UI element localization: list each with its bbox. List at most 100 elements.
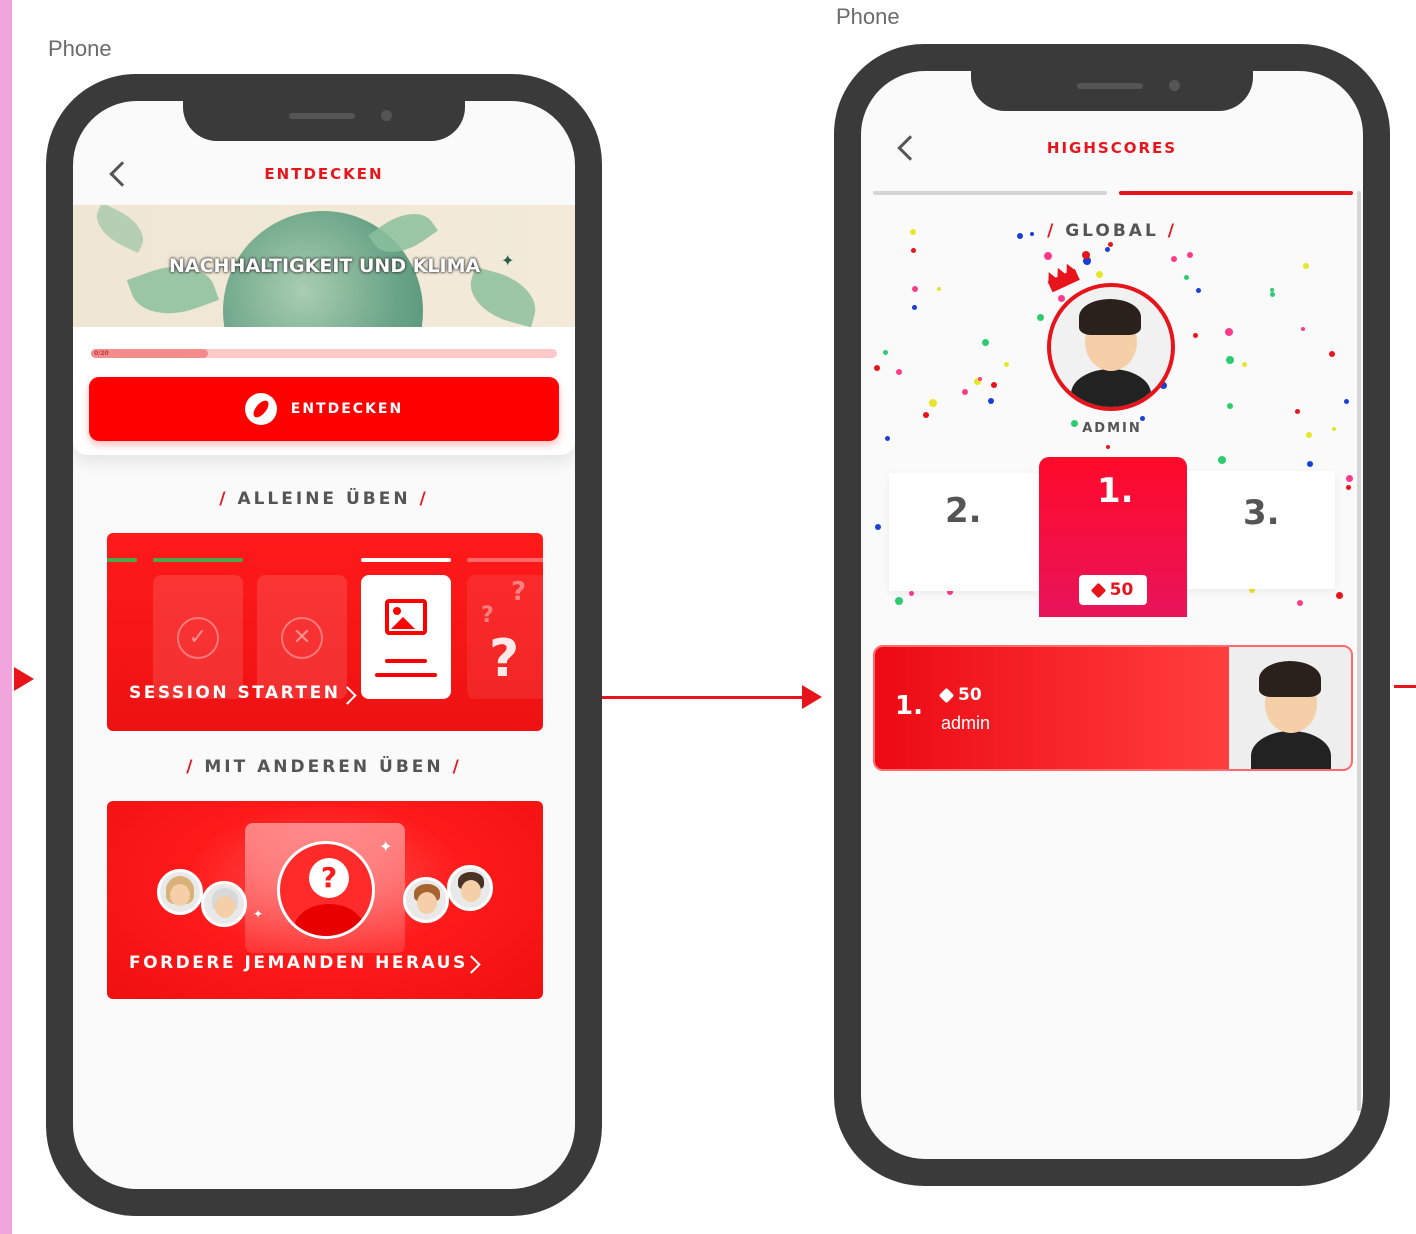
session-start-label: SESSION STARTEN (129, 683, 341, 703)
phone-discover: ENTDECKEN NACHHALTIGKEIT UND KLIMA ✦ 0/2… (46, 74, 602, 1216)
confetti-dot (988, 398, 994, 404)
section-title-others: / MIT ANDEREN ÜBEN / (186, 757, 462, 777)
gem-icon (938, 687, 955, 703)
prototype-canvas: Phone Phone ENTDECKEN NACHHALTIGKEIT UND… (0, 0, 1416, 1234)
confetti-dot (1017, 233, 1023, 239)
podium-second-rank: 2. (945, 491, 982, 531)
image-icon (385, 599, 427, 635)
confetti-dot (1171, 256, 1177, 262)
session-start-card[interactable]: ✓ ✕ ? ? ? SESSION STARTEN (107, 533, 543, 731)
sparkle-icon: ✦ (253, 907, 264, 921)
confetti-dot (885, 436, 890, 441)
confetti-dot (1336, 592, 1343, 599)
challenge-label: FORDERE JEMANDEN HERAUS (129, 953, 468, 973)
confetti-dot (909, 591, 914, 596)
confetti-dot (1307, 461, 1313, 467)
podium-score: 50 (1109, 580, 1134, 600)
confetti-dot (1082, 251, 1090, 259)
topic-banner[interactable]: NACHHALTIGKEIT UND KLIMA ✦ (73, 205, 575, 327)
table-row[interactable]: 1. 50 admin (873, 645, 1353, 771)
challenge-card[interactable]: ? ✦ ✦ FORDERE JEMANDEN HERAUS (107, 801, 543, 999)
confetti-dot (1184, 275, 1189, 280)
confetti-dot (923, 412, 929, 418)
cross-icon: ✕ (281, 617, 323, 659)
confetti-dot (896, 369, 902, 375)
phone-highscores: HIGHSCORES / GLOBAL / ADMIN 2. 3. 1. 50 … (834, 44, 1390, 1186)
confetti-dot (1242, 362, 1247, 367)
confetti-dot (1105, 247, 1110, 252)
phone-notch (971, 71, 1253, 111)
confetti-dot (1346, 485, 1351, 490)
confetti-dot (1227, 403, 1233, 409)
flow-connector (602, 696, 814, 699)
scrollbar[interactable] (1357, 191, 1361, 1111)
podium-third: 3. (1185, 471, 1335, 589)
podium-second: 2. (889, 473, 1039, 591)
confetti-dot (1037, 314, 1044, 321)
confetti-dot (883, 350, 888, 355)
tab-local[interactable] (873, 191, 1107, 195)
selection-strip (0, 0, 12, 1234)
confetti-dot (911, 248, 916, 253)
winner-avatar[interactable] (1047, 283, 1175, 411)
row-score: 50 (958, 685, 982, 705)
frame-label-right: Phone (836, 4, 900, 29)
section-title-alone: / ALLEINE ÜBEN / (219, 489, 429, 509)
question-card (361, 575, 451, 699)
confetti-dot (929, 399, 937, 407)
confetti-dot (1096, 271, 1103, 278)
confetti-dot (1346, 475, 1353, 482)
confetti-dot (912, 286, 918, 292)
confetti-dot (1329, 351, 1335, 357)
podium-first: 1. 50 (1039, 457, 1187, 617)
confetti-dot (1196, 288, 1201, 293)
confetti-dot (937, 287, 941, 291)
frame-label-left: Phone (48, 36, 112, 61)
row-rank: 1. (895, 691, 923, 721)
tab-global[interactable] (1119, 191, 1353, 195)
avatar (447, 865, 493, 911)
question-mark-icon: ? (489, 629, 520, 689)
confetti-dot (962, 389, 968, 395)
page-title: ENTDECKEN (264, 165, 384, 183)
avatar (157, 869, 203, 915)
confetti-dot (874, 365, 880, 371)
winner-name: ADMIN (1082, 421, 1142, 436)
confetti-dot (1193, 333, 1198, 338)
unknown-user-avatar: ? (277, 841, 375, 939)
phone-notch (183, 101, 465, 141)
confetti-dot (1295, 409, 1300, 414)
confetti-dot (1344, 399, 1349, 404)
sparkle-icon: ✦ (379, 837, 393, 856)
avatar (201, 881, 247, 927)
confetti-dot (982, 339, 989, 346)
flow-arrow-icon (802, 685, 822, 709)
screen-highscores: HIGHSCORES / GLOBAL / ADMIN 2. 3. 1. 50 … (861, 71, 1363, 1159)
confetti-dot (991, 382, 997, 388)
confetti-dot (1270, 292, 1275, 297)
confetti-dot (1226, 356, 1234, 364)
confetti-dot (1004, 362, 1009, 367)
page-title: HIGHSCORES (1046, 139, 1178, 157)
row-avatar (1229, 647, 1351, 769)
confetti-dot (912, 305, 917, 310)
confetti-dot (1108, 242, 1113, 247)
confetti-dot (875, 524, 881, 530)
check-icon: ✓ (177, 617, 219, 659)
confetti-dot (1301, 327, 1305, 331)
confetti-dot (1303, 263, 1309, 269)
confetti-dot (1297, 600, 1303, 606)
progress-label: 0/20 (94, 350, 109, 357)
sparkle-icon: ✦ (501, 251, 515, 270)
confetti-dot (1187, 252, 1193, 258)
confetti-dot (1044, 252, 1052, 260)
confetti-dot (910, 229, 916, 235)
gem-icon (1090, 582, 1106, 598)
podium-first-rank: 1. (1097, 471, 1134, 511)
confetti-dot (895, 597, 903, 605)
confetti-dot (1225, 328, 1233, 336)
discover-button[interactable]: ENTDECKEN (89, 377, 559, 441)
confetti-dot (1058, 295, 1065, 302)
confetti-dot (1030, 232, 1034, 236)
compass-icon (244, 393, 277, 425)
